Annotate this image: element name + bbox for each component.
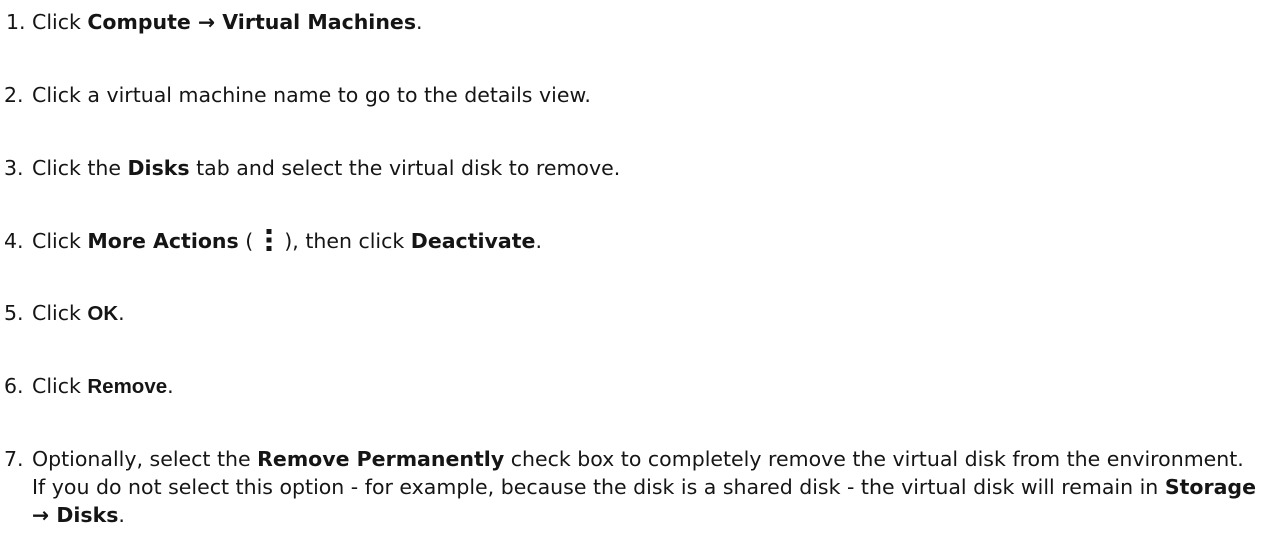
step-text: Click OK.	[32, 301, 125, 326]
text-run: Click the	[32, 156, 128, 180]
text-run: Click	[32, 229, 88, 253]
text-run: tab and select the virtual disk to remov…	[189, 156, 621, 180]
step-number: 3.	[4, 156, 24, 180]
text-run: .	[167, 374, 174, 398]
arrow-separator: →	[190, 10, 223, 34]
tab-disks-label: Disks	[127, 156, 190, 180]
step-number: 6.	[4, 374, 24, 398]
text-run: .	[416, 10, 423, 34]
step-text: Click Compute → Virtual Machines.	[32, 10, 423, 35]
text-run: .	[118, 503, 125, 527]
menu-disks: Disks	[56, 503, 119, 527]
kebab-vertical-icon	[264, 229, 274, 251]
step-text: Click Remove.	[32, 374, 174, 399]
remove-permanently-label: Remove Permanently	[257, 447, 505, 471]
step-number: 1.	[6, 10, 26, 34]
step-text: Click the Disks tab and select the virtu…	[32, 156, 620, 181]
text-run: ), then click	[277, 229, 411, 253]
arrow-separator: →	[32, 503, 57, 527]
step-number: 4.	[4, 229, 24, 253]
procedure-steps: 1. Click Compute → Virtual Machines. 2. …	[0, 0, 1268, 533]
step-text: Optionally, select the Remove Permanentl…	[32, 445, 1257, 529]
menu-storage: Storage	[1164, 475, 1256, 499]
deactivate-label: Deactivate	[410, 229, 536, 253]
menu-compute: Compute	[87, 10, 191, 34]
text-run: Click	[32, 10, 88, 34]
step-number: 5.	[4, 301, 24, 325]
remove-label: Remove	[87, 375, 168, 398]
text-run: Click	[32, 301, 88, 325]
step-text: Click a virtual machine name to go to th…	[32, 83, 591, 107]
text-run: (	[238, 229, 260, 253]
menu-virtual-machines: Virtual Machines	[222, 10, 417, 34]
text-run: Click	[32, 374, 88, 398]
text-run: .	[535, 229, 542, 253]
step-text: Click More Actions ( ), then click Deact…	[32, 229, 542, 254]
step-number: 7.	[4, 447, 24, 471]
step-number: 2.	[4, 83, 24, 107]
text-run: .	[118, 301, 125, 325]
more-actions-label: More Actions	[87, 229, 239, 253]
text-run: Optionally, select the	[32, 447, 258, 471]
ok-label: OK	[87, 302, 119, 325]
